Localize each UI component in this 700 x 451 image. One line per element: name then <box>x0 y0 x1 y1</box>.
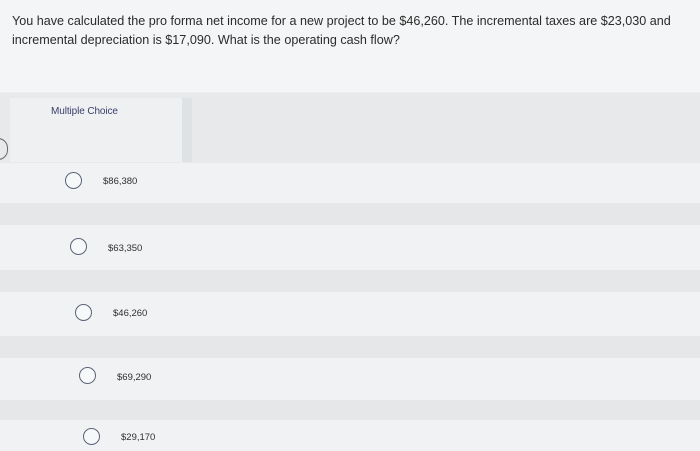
background-stripe <box>0 203 700 225</box>
background-stripe <box>0 292 700 336</box>
background-stripe <box>0 358 700 400</box>
radio-button[interactable] <box>83 428 100 445</box>
question-area: You have calculated the pro forma net in… <box>0 0 700 92</box>
choice-label: $63,350 <box>108 243 143 254</box>
background-stripe <box>0 270 700 292</box>
radio-button[interactable] <box>75 304 92 321</box>
choice-label: $29,170 <box>121 432 156 443</box>
radio-button[interactable] <box>79 367 96 384</box>
radio-button[interactable] <box>65 172 82 189</box>
choice-label: $86,380 <box>103 176 138 187</box>
multiple-choice-label: Multiple Choice <box>51 106 118 117</box>
background-stripe <box>0 420 700 451</box>
question-text: You have calculated the pro forma net in… <box>12 14 671 47</box>
choice-label: $46,260 <box>113 308 148 319</box>
background-stripe <box>0 225 700 270</box>
background-stripe <box>0 336 700 358</box>
background-stripe <box>0 400 700 420</box>
choice-label: $69,290 <box>117 372 152 383</box>
radio-button[interactable] <box>70 238 87 255</box>
